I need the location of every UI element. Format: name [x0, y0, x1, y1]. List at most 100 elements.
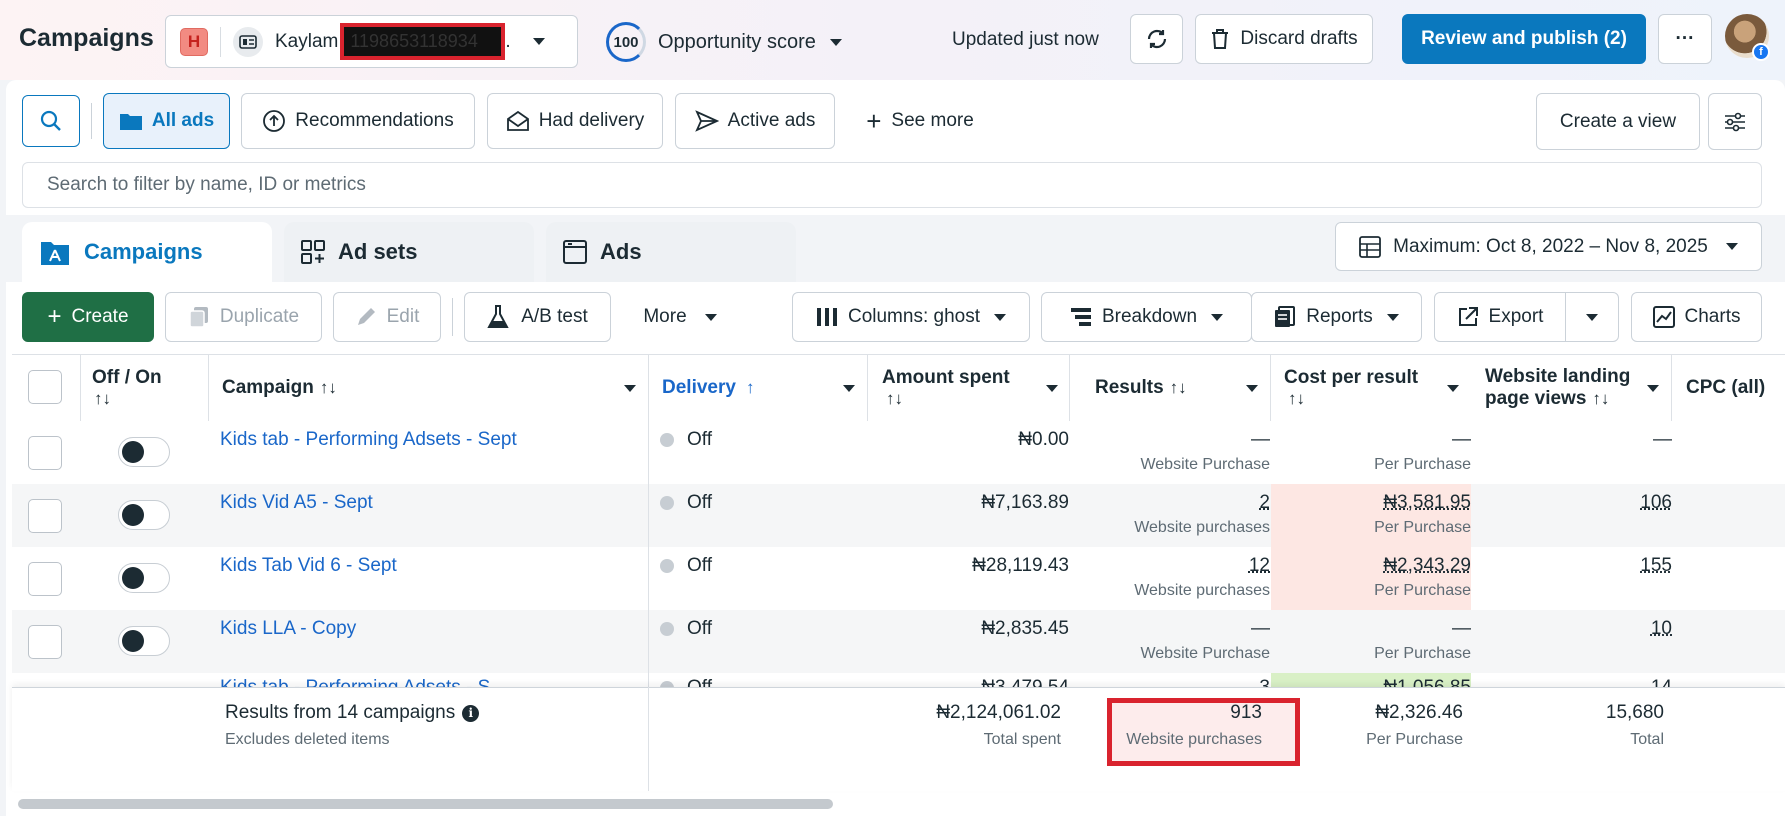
date-range-picker[interactable]: Maximum: Oct 8, 2022 – Nov 8, 2025 [1335, 222, 1762, 271]
reports-button[interactable]: Reports [1251, 292, 1422, 342]
chevron-down-icon[interactable] [1246, 385, 1258, 392]
cost-per-result: — [1452, 429, 1471, 450]
row-checkbox[interactable] [28, 625, 62, 659]
chevron-down-icon[interactable] [1046, 385, 1058, 392]
breakdown-button[interactable]: Breakdown [1041, 292, 1252, 342]
edit-button[interactable]: Edit [333, 292, 441, 342]
lpv-total-label: Total [1630, 731, 1664, 748]
export-dropdown-button[interactable] [1565, 292, 1619, 342]
table-row[interactable]: Kids LLA - Copy Off ₦2,835.45 — Website … [12, 610, 1785, 673]
facebook-icon: f [1752, 43, 1770, 61]
results-value[interactable]: 2 [1259, 492, 1270, 514]
campaign-name-link[interactable]: Kids LLA - Copy [220, 618, 356, 640]
status-dot [660, 559, 674, 573]
on-off-toggle[interactable] [118, 500, 170, 530]
account-id-redacted: 1198653118934 [340, 23, 506, 60]
sort-icon: ↑↓ [94, 389, 111, 408]
table-row[interactable]: Kids tab - Performing Adsets - Sept Off … [12, 421, 1785, 484]
status-dot [660, 433, 674, 447]
cost-per-result[interactable]: ₦3,581.95 [1383, 492, 1471, 514]
search-input[interactable]: Search to filter by name, ID or metrics [22, 162, 1762, 208]
chart-line-icon [1652, 306, 1675, 328]
results-type: Website purchases [1134, 519, 1270, 536]
col-off-on[interactable]: Off / On ↑↓ [92, 355, 162, 421]
tab-ad-sets[interactable]: Ad sets [284, 222, 534, 282]
filter-recommendations[interactable]: Recommendations [241, 93, 475, 149]
create-button[interactable]: + Create [22, 292, 154, 342]
landing-page-views[interactable]: 10 [1651, 618, 1672, 640]
col-campaign[interactable]: Campaign ↑↓ [222, 355, 337, 421]
campaign-name-link[interactable]: Kids Tab Vid 6 - Sept [220, 555, 397, 577]
more-button[interactable]: More [625, 292, 735, 342]
table-row[interactable]: Kids Tab Vid 6 - Sept Off ₦28,119.43 12 … [12, 547, 1785, 610]
on-off-toggle[interactable] [118, 626, 170, 656]
tab-ads[interactable]: Ads [546, 222, 796, 282]
horizontal-scrollbar-thumb[interactable] [18, 799, 833, 809]
pencil-icon [357, 308, 375, 325]
charts-button[interactable]: Charts [1631, 292, 1762, 342]
create-view-button[interactable]: Create a view [1536, 93, 1700, 150]
select-all-checkbox[interactable] [28, 370, 62, 404]
cost-per-result[interactable]: ₦2,343.29 [1383, 555, 1471, 577]
table-row[interactable]: Kids tab - Performing Adsets - S... Off … [12, 673, 1785, 687]
chevron-down-icon[interactable] [624, 385, 636, 392]
campaign-name-link[interactable]: Kids Vid A5 - Sept [220, 492, 373, 514]
chevron-down-icon[interactable] [1647, 385, 1659, 392]
filter-had-delivery[interactable]: Had delivery [487, 93, 663, 149]
col-website-landing-page-views[interactable]: Website landing page views ↑↓ [1485, 355, 1630, 421]
chevron-down-icon[interactable] [1447, 385, 1459, 392]
chevron-down-icon[interactable] [843, 385, 855, 392]
account-selector[interactable]: H Kaylam 1198653118934 . [165, 15, 578, 68]
settings-sliders-button[interactable] [1708, 93, 1762, 150]
row-checkbox[interactable] [28, 436, 62, 470]
duplicate-button[interactable]: Duplicate [165, 292, 322, 342]
amount-spent: ₦7,163.89 [981, 492, 1069, 513]
opportunity-score[interactable]: 100 Opportunity score [606, 22, 842, 62]
filter-all-ads[interactable]: All ads [103, 93, 230, 149]
summary-title: Results from 14 campaigns i [225, 702, 480, 724]
campaign-name-link[interactable]: Kids tab - Performing Adsets - S... [220, 677, 506, 687]
chevron-down-icon [994, 313, 1006, 321]
chevron-down-icon [1386, 313, 1399, 321]
grid-icon [301, 240, 325, 264]
col-cpc-all[interactable]: CPC (all) [1686, 355, 1765, 421]
results-value[interactable]: 12 [1249, 555, 1270, 577]
landing-page-views[interactable]: 155 [1640, 555, 1672, 577]
cost-per-result-type: Per Purchase [1374, 519, 1471, 536]
filter-active-ads[interactable]: Active ads [675, 93, 835, 149]
on-off-toggle[interactable] [118, 437, 170, 467]
duplicate-icon [189, 307, 208, 328]
table-row[interactable]: Kids Vid A5 - Sept Off ₦7,163.89 2 Websi… [12, 484, 1785, 547]
sort-icon: ↑↓ [1288, 389, 1305, 408]
row-checkbox[interactable] [28, 499, 62, 533]
results-type: Website purchases [1134, 582, 1270, 599]
columns-button[interactable]: Columns: ghost [792, 292, 1030, 342]
results-total-label: Website purchases [1126, 731, 1262, 748]
info-icon[interactable]: i [462, 704, 480, 722]
cost-per-result-type: Per Purchase [1374, 645, 1471, 662]
chevron-down-icon [704, 313, 717, 321]
more-options-button[interactable]: ··· [1658, 14, 1712, 64]
col-cost-per-result[interactable]: Cost per result ↑↓ [1284, 355, 1418, 421]
landing-page-views: 14 [1651, 677, 1672, 687]
see-more-button[interactable]: + See more [850, 93, 990, 149]
row-checkbox[interactable] [28, 562, 62, 596]
chevron-down-icon [532, 38, 545, 45]
on-off-toggle[interactable] [118, 563, 170, 593]
amount-spent: ₦3,479.54 [981, 677, 1069, 687]
ab-test-button[interactable]: A/B test [464, 292, 611, 342]
col-results[interactable]: Results ↑↓ [1095, 355, 1187, 421]
tab-campaigns[interactable]: Campaigns [22, 222, 272, 282]
col-delivery[interactable]: Delivery ↑ [662, 355, 754, 421]
campaign-name-link[interactable]: Kids tab - Performing Adsets - Sept [220, 429, 517, 451]
landing-page-views[interactable]: 106 [1640, 492, 1672, 514]
refresh-button[interactable] [1130, 14, 1183, 64]
review-publish-button[interactable]: Review and publish (2) [1402, 14, 1646, 64]
calendar-table-icon [1359, 235, 1382, 258]
discard-drafts-button[interactable]: Discard drafts [1195, 14, 1373, 64]
page-title: Campaigns [19, 24, 154, 52]
search-toggle-button[interactable] [22, 95, 80, 147]
export-button[interactable]: Export [1434, 292, 1566, 342]
cost-per-result-type: Per Purchase [1374, 582, 1471, 599]
col-amount-spent[interactable]: Amount spent ↑↓ [882, 355, 1010, 421]
